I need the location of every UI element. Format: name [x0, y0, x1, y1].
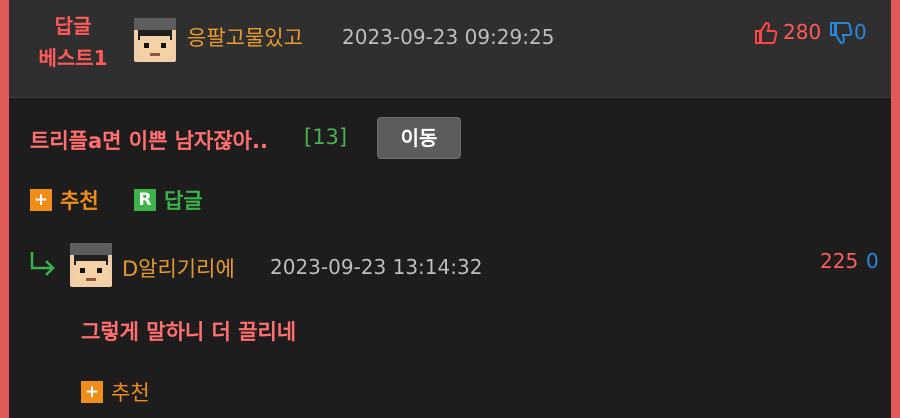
avatar[interactable]	[134, 18, 176, 62]
recommend-label: 추천	[60, 189, 99, 213]
reply-label: 답글	[164, 189, 203, 213]
best-reply-badge: 답글 베스트1	[23, 10, 123, 74]
reply-arrow-icon	[30, 252, 55, 276]
post-title-link[interactable]: 트리플a면 이쁜 남자잖아..	[30, 125, 268, 155]
reply-recommend-button[interactable]: + 추천	[81, 377, 150, 407]
reply-button[interactable]: R 답글	[134, 185, 203, 215]
best-comment-header: 답글 베스트1 응팔고물있고 2023-09-23 09:29:25 280 0	[9, 0, 891, 98]
reply-author-nickname[interactable]: D알리기리에	[122, 253, 235, 283]
author-nickname[interactable]: 응팔고물있고	[187, 22, 303, 52]
recommend-button[interactable]: + 추천	[30, 185, 99, 215]
best-highlight-border-right	[891, 0, 900, 418]
downvote-count: 0	[854, 20, 867, 44]
thumbs-down-icon[interactable]	[829, 21, 853, 45]
reply-downvote-count: 0	[866, 249, 879, 273]
reply-avatar[interactable]	[70, 243, 112, 287]
move-button[interactable]: 이동	[377, 117, 461, 159]
thumbs-up-icon[interactable]	[754, 21, 778, 45]
best-highlight-border-left	[0, 0, 9, 418]
best-badge-line2: 베스트1	[38, 46, 108, 70]
best-badge-line1: 답글	[54, 14, 92, 38]
reply-datetime: 2023-09-23 13:14:32	[270, 255, 483, 279]
reply-recommend-label: 추천	[111, 381, 150, 405]
post-comment-count: [13]	[304, 125, 348, 149]
plus-icon: +	[30, 189, 52, 211]
reply-icon: R	[134, 189, 156, 211]
reply-body: 그렇게 말하니 더 끌리네	[81, 320, 297, 344]
comment-datetime: 2023-09-23 09:29:25	[342, 25, 555, 49]
upvote-count: 280	[783, 20, 822, 44]
plus-icon: +	[81, 381, 103, 403]
reply-upvote-count: 225	[820, 249, 859, 273]
